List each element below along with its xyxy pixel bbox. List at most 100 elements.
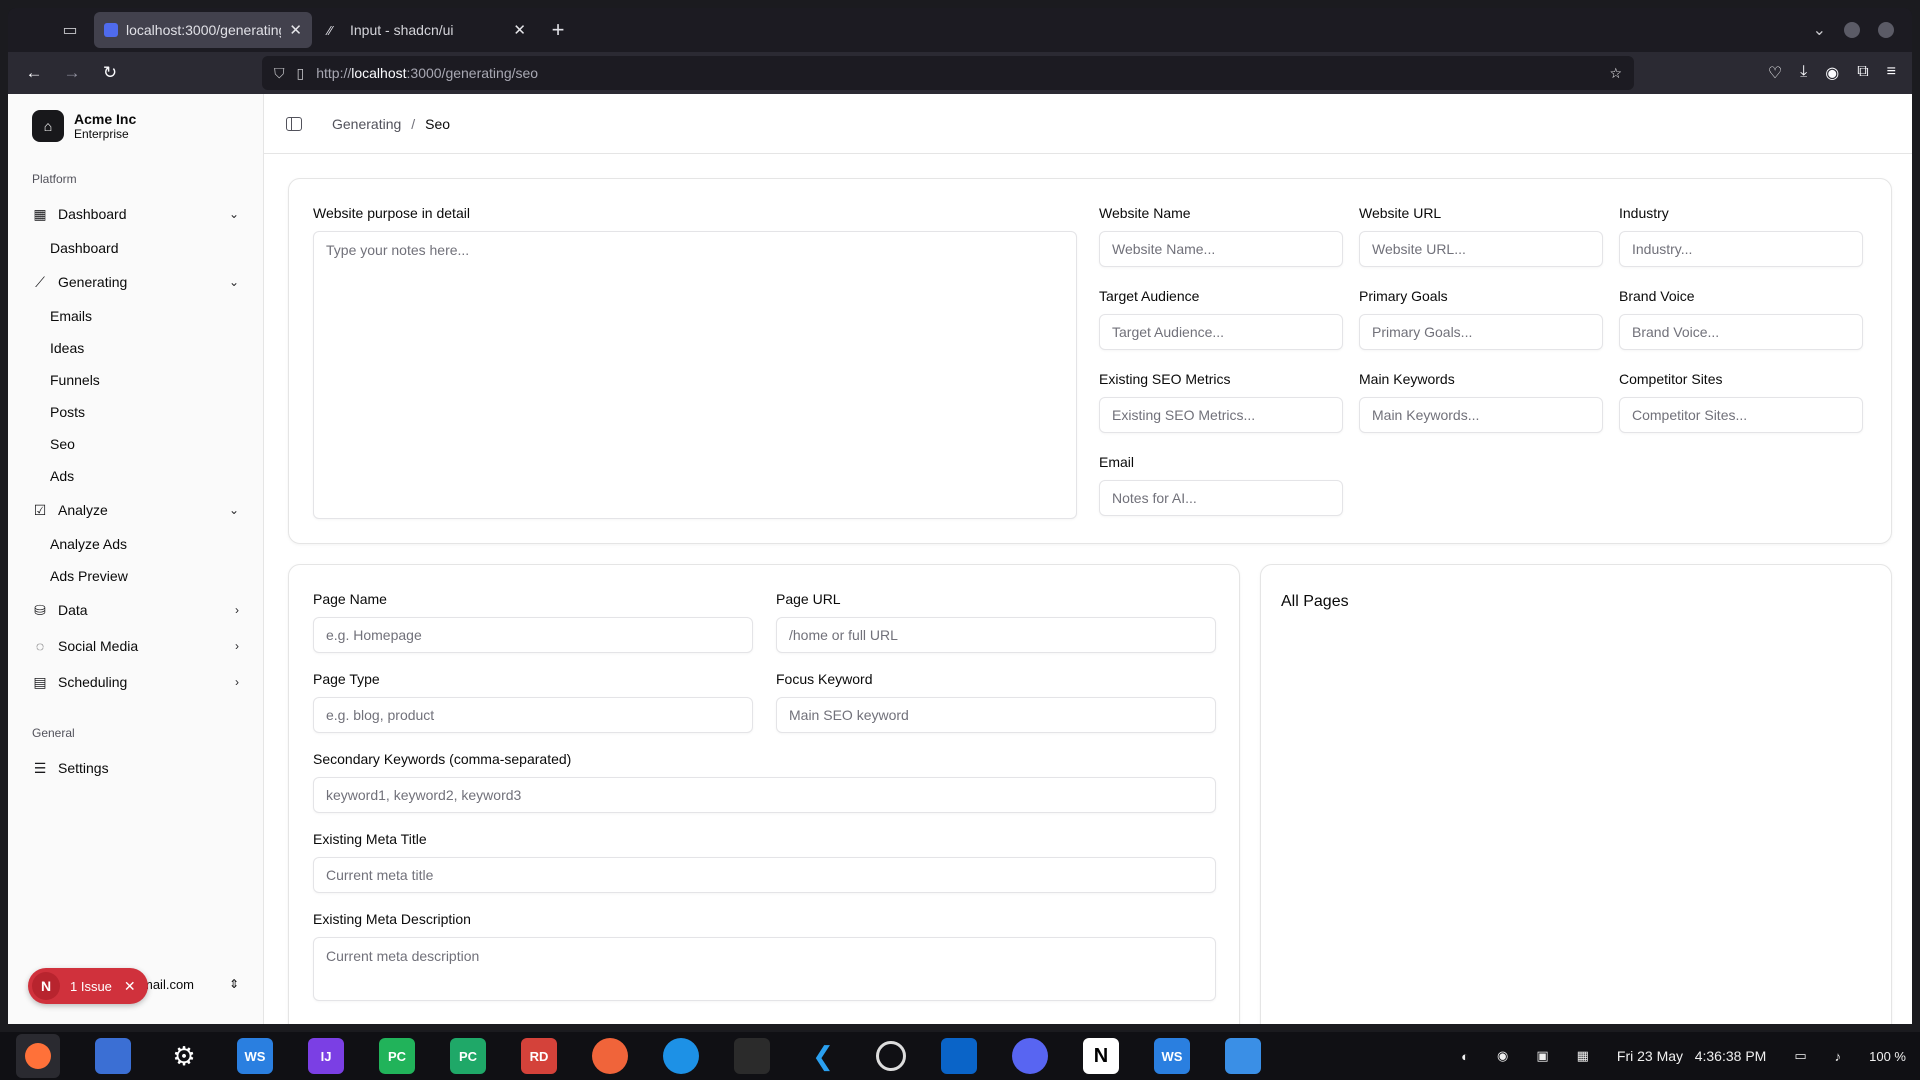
clock[interactable]: Fri 23 May 4:36:38 PM — [1617, 1048, 1766, 1064]
sidebar-item-data[interactable]: ⛁ Data › — [24, 594, 247, 626]
sidebar-subitem-posts[interactable]: Posts — [48, 398, 247, 426]
tab-title: localhost:3000/generating/ — [126, 22, 282, 38]
meta-description-textarea[interactable]: Current meta description — [313, 937, 1216, 1001]
website-url-input[interactable]: Website URL... — [1359, 231, 1603, 267]
settings-gear-icon[interactable]: ⚙ — [166, 1038, 202, 1074]
page-header: Generating / Seo — [264, 94, 1912, 154]
terminal-icon[interactable] — [1225, 1038, 1261, 1074]
browser-window: ▭ localhost:3000/generating/ ✕ ⁄⁄ Input … — [8, 8, 1912, 1024]
tracking-protection-icon[interactable]: ⛉ — [274, 65, 285, 82]
app-favicon-icon — [104, 23, 118, 37]
purpose-textarea[interactable]: Type your notes here... — [313, 231, 1077, 519]
close-tab-icon[interactable]: ✕ — [289, 21, 302, 39]
clipboard-icon[interactable]: ▣ — [1536, 1048, 1548, 1064]
obs-icon[interactable] — [876, 1041, 906, 1071]
industry-input[interactable]: Industry... — [1619, 231, 1863, 267]
webstorm-icon[interactable]: WS — [237, 1038, 273, 1074]
sidebar-item-scheduling[interactable]: ▤ Scheduling › — [24, 666, 247, 698]
forward-arrow-icon[interactable]: → — [56, 57, 88, 89]
rider-icon[interactable]: RD — [521, 1038, 557, 1074]
close-icon[interactable]: ✕ — [124, 978, 136, 995]
tab-shadcn[interactable]: ⁄⁄ Input - shadcn/ui ✕ — [318, 12, 536, 48]
website-name-label: Website Name — [1099, 205, 1191, 221]
sidebar-subitem-ads-preview[interactable]: Ads Preview — [48, 562, 247, 590]
focus-keyword-input[interactable]: Main SEO keyword — [776, 697, 1216, 733]
discord-icon[interactable] — [1012, 1038, 1048, 1074]
primary-goals-input[interactable]: Primary Goals... — [1359, 314, 1603, 350]
postman-icon[interactable] — [592, 1038, 628, 1074]
discord-tray-icon[interactable]: ◉ — [1497, 1048, 1508, 1064]
sidebar-toggle-icon[interactable] — [286, 116, 302, 131]
sidebar-subitem-seo[interactable]: Seo — [48, 430, 247, 458]
page-type-label: Page Type — [313, 671, 380, 687]
docker-icon[interactable] — [663, 1038, 699, 1074]
close-window-button[interactable] — [1878, 22, 1894, 38]
sidebar-item-generating[interactable]: ⟋ Generating ⌄ — [24, 266, 247, 298]
vpn-icon[interactable]: ◐ — [1461, 1049, 1469, 1064]
figma-icon[interactable] — [734, 1038, 770, 1074]
display-icon[interactable]: ▭ — [1794, 1048, 1806, 1064]
issue-count[interactable]: 1 Issue — [70, 979, 112, 994]
minimize-button[interactable] — [1844, 22, 1860, 38]
account-icon[interactable]: ◉ — [1825, 63, 1839, 83]
email-input[interactable]: Notes for AI... — [1099, 480, 1343, 516]
brand-voice-input[interactable]: Brand Voice... — [1619, 314, 1863, 350]
notion-icon[interactable]: N — [1083, 1038, 1119, 1074]
user-email: mail.com — [142, 976, 195, 992]
intellij-icon[interactable]: IJ — [308, 1038, 344, 1074]
sidebar-subitem-emails[interactable]: Emails — [48, 302, 247, 330]
extensions-icon[interactable]: ⧉ — [1857, 63, 1868, 83]
main-keywords-input[interactable]: Main Keywords... — [1359, 397, 1603, 433]
team-switcher[interactable]: ⌂ Acme Inc Enterprise — [24, 94, 247, 158]
target-audience-input[interactable]: Target Audience... — [1099, 314, 1343, 350]
page-url-input[interactable]: /home or full URL — [776, 617, 1216, 653]
existing-seo-input[interactable]: Existing SEO Metrics... — [1099, 397, 1343, 433]
back-arrow-icon[interactable]: ← — [18, 57, 50, 89]
pycharm-ce-icon[interactable]: PC — [450, 1038, 486, 1074]
download-icon[interactable]: ⤓ — [1800, 63, 1807, 83]
pycharm-icon[interactable]: PC — [379, 1038, 415, 1074]
page-name-input[interactable]: e.g. Homepage — [313, 617, 753, 653]
sidebar-subitem-ads[interactable]: Ads — [48, 462, 247, 490]
webstorm-2-icon[interactable]: WS — [1154, 1038, 1190, 1074]
sidebar-item-social-media[interactable]: ◌ Social Media › — [24, 630, 247, 662]
menu-icon[interactable]: ≡ — [1887, 63, 1896, 83]
competitor-sites-input[interactable]: Competitor Sites... — [1619, 397, 1863, 433]
sidebar-subitem-funnels[interactable]: Funnels — [48, 366, 247, 394]
chevron-right-icon: › — [235, 675, 239, 689]
tab-overview-icon[interactable]: ▭ — [46, 8, 94, 52]
tab-list-chevron-icon[interactable]: ⌄ — [1813, 20, 1826, 40]
meta-title-input[interactable]: Current meta title — [313, 857, 1216, 893]
firefox-icon[interactable] — [16, 1034, 60, 1078]
new-tab-icon[interactable]: + — [542, 17, 574, 43]
page-type-input[interactable]: e.g. blog, product — [313, 697, 753, 733]
issue-badge[interactable]: N 1 Issue ✕ — [28, 968, 148, 1004]
outlook-icon[interactable] — [941, 1038, 977, 1074]
close-tab-icon[interactable]: ✕ — [513, 21, 526, 39]
sidebar-subitem-ideas[interactable]: Ideas — [48, 334, 247, 362]
website-url-label: Website URL — [1359, 205, 1442, 221]
files-icon[interactable] — [95, 1038, 131, 1074]
reload-icon[interactable]: ↻ — [94, 57, 126, 89]
sidebar-subitem-dashboard[interactable]: Dashboard — [48, 234, 247, 262]
group-label-general: General — [32, 726, 75, 740]
chevron-down-icon: ⌄ — [228, 207, 239, 221]
battery-indicator[interactable]: 100 % — [1869, 1049, 1906, 1064]
vscode-icon[interactable]: ❮ — [805, 1038, 841, 1074]
workspaces-icon[interactable]: ▦ — [1577, 1048, 1589, 1064]
website-name-input[interactable]: Website Name... — [1099, 231, 1343, 267]
sidebar-item-label: Generating — [58, 274, 128, 290]
all-pages-card: All Pages — [1260, 564, 1892, 1024]
bookmark-star-icon[interactable]: ☆ — [1609, 65, 1622, 82]
sidebar-subitem-analyze-ads[interactable]: Analyze Ads — [48, 530, 247, 558]
sidebar-item-dashboard[interactable]: ▦ Dashboard ⌄ — [24, 198, 247, 230]
volume-icon[interactable]: ♪ — [1835, 1049, 1842, 1064]
url-bar[interactable]: ⛉ ▯ http://localhost:3000/generating/seo… — [262, 56, 1634, 90]
breadcrumb-generating[interactable]: Generating — [332, 116, 401, 132]
sidebar-item-analyze[interactable]: ☑ Analyze ⌄ — [24, 494, 247, 526]
sidebar-item-settings[interactable]: ☰ Settings — [24, 752, 247, 784]
pocket-icon[interactable]: ♡ — [1768, 63, 1782, 83]
secondary-keywords-input[interactable]: keyword1, keyword2, keyword3 — [313, 777, 1216, 813]
page-info-icon[interactable]: ▯ — [297, 65, 305, 82]
tab-localhost[interactable]: localhost:3000/generating/ ✕ — [94, 12, 312, 48]
